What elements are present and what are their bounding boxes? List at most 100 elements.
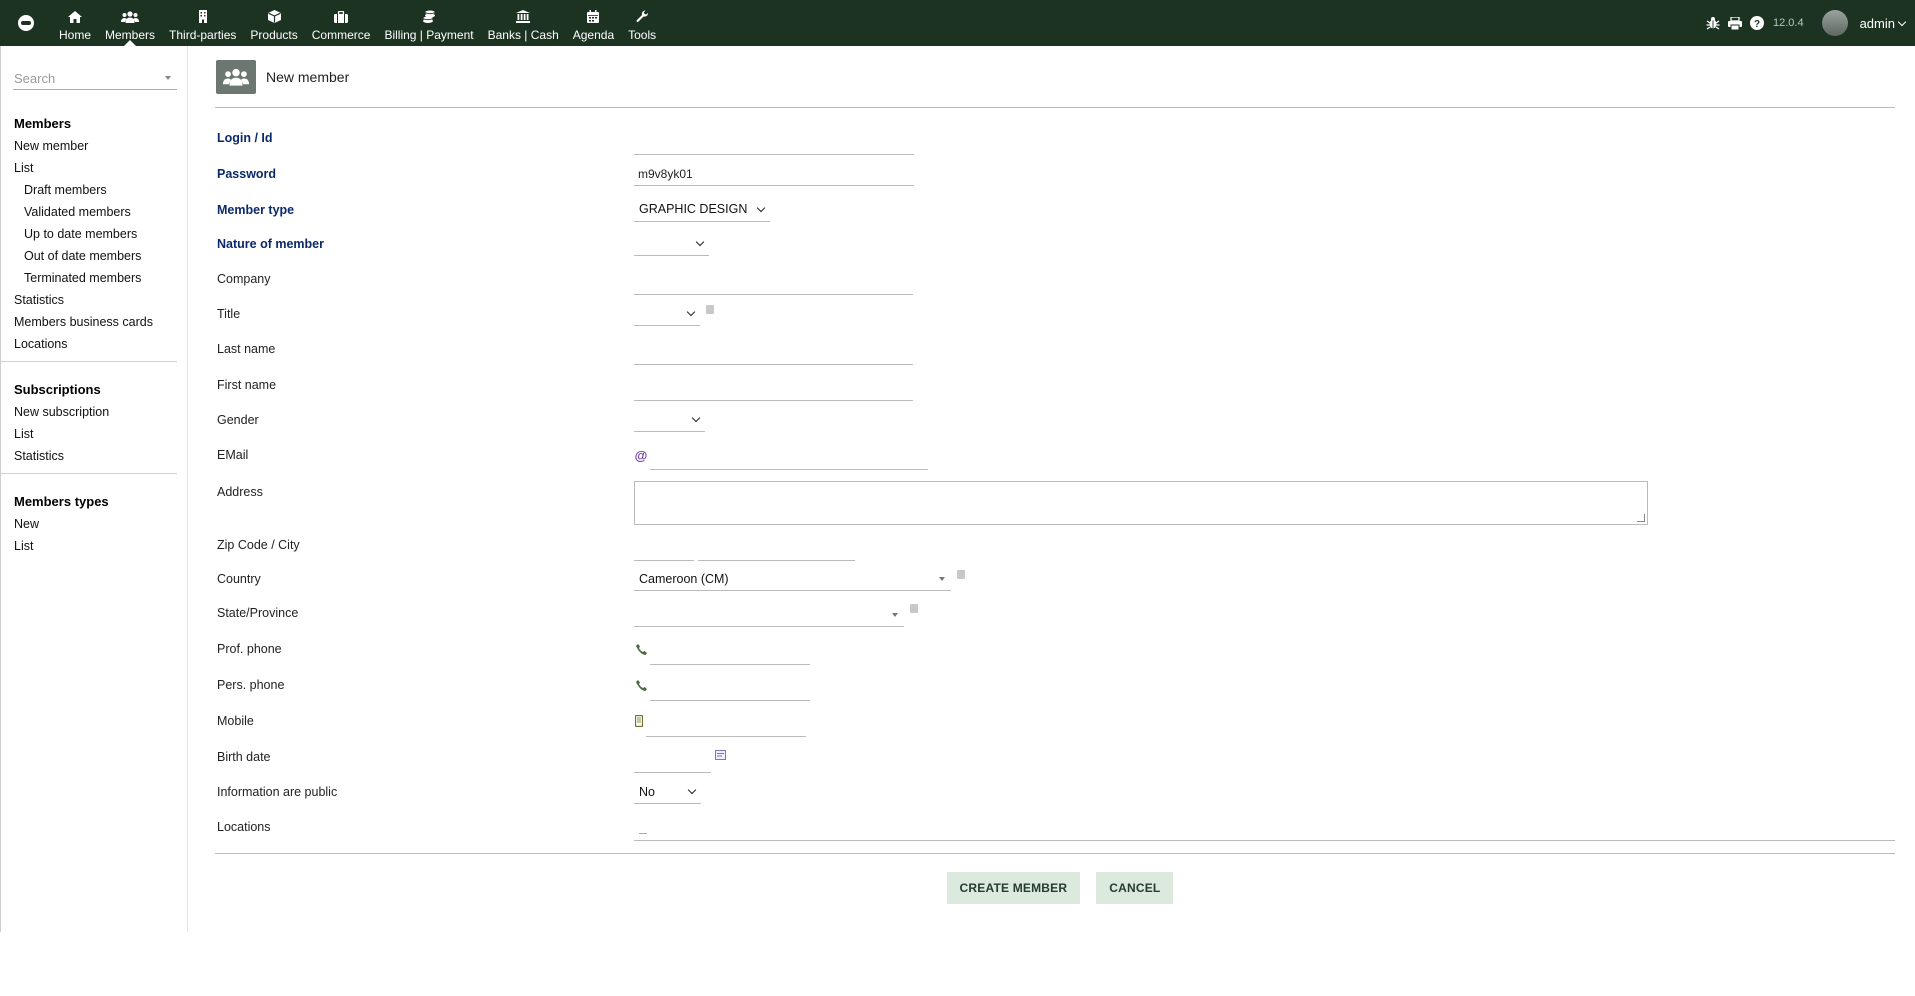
sidebar-block-types: Members types New List — [1, 480, 177, 563]
password-input[interactable] — [634, 162, 914, 186]
zip-input[interactable] — [634, 537, 694, 561]
birth-date-label: Birth date — [217, 750, 271, 764]
mobile-icon — [634, 715, 644, 727]
user-menu[interactable]: admin — [1860, 16, 1907, 31]
firstname-label: First name — [217, 378, 277, 392]
pers-phone-input[interactable] — [650, 677, 810, 701]
nature-label: Nature of member — [217, 237, 324, 251]
login-input[interactable] — [634, 131, 914, 155]
phone-icon — [634, 679, 648, 691]
wrench-icon — [636, 8, 649, 26]
public-select[interactable]: No — [634, 780, 701, 804]
sidebar-item-list[interactable]: List — [14, 157, 177, 179]
zip-city-label: Zip Code / City — [217, 538, 300, 552]
row-nature: Nature of member — [215, 227, 1895, 261]
menu-tools[interactable]: Tools — [621, 0, 663, 46]
create-member-button[interactable]: CREATE MEMBER — [946, 872, 1081, 904]
country-select[interactable]: Cameroon (CM) — [634, 567, 951, 591]
search-select[interactable]: Search — [13, 68, 177, 90]
sidebar-title-types[interactable]: Members types — [14, 488, 177, 513]
row-company: Company — [215, 261, 1895, 297]
page-title: New member — [266, 68, 350, 85]
menu-agenda[interactable]: Agenda — [566, 0, 621, 46]
sidebar-item-validated[interactable]: Validated members — [14, 201, 177, 223]
menu-commerce[interactable]: Commerce — [305, 0, 378, 46]
chevron-down-icon — [756, 203, 766, 212]
sidebar-item-new-member[interactable]: New member — [14, 135, 177, 157]
prof-phone-input[interactable] — [650, 641, 810, 665]
bug-icon[interactable] — [1705, 15, 1721, 31]
member-type-label: Member type — [217, 202, 295, 217]
title-select[interactable] — [634, 302, 700, 326]
help-icon[interactable] — [706, 304, 714, 314]
lastname-input[interactable] — [634, 341, 913, 365]
row-address: Address — [215, 473, 1895, 527]
row-zip-city: Zip Code / City — [215, 527, 1895, 563]
company-label: Company — [217, 272, 271, 286]
sidebar-item-subscription-statistics[interactable]: Statistics — [14, 445, 177, 467]
member-type-value: GRAPHIC DESIGN — [639, 202, 748, 216]
state-select[interactable] — [634, 603, 904, 627]
logo-icon — [18, 15, 34, 31]
calendar-icon[interactable] — [715, 748, 726, 763]
help-icon[interactable]: ? — [1749, 15, 1765, 31]
menu-billing[interactable]: Billing | Payment — [377, 0, 480, 46]
menu-members[interactable]: Members — [98, 0, 162, 46]
address-textarea[interactable] — [634, 481, 1648, 525]
menu-third-parties[interactable]: Third-parties — [162, 0, 243, 46]
nature-select[interactable] — [634, 232, 709, 256]
gender-select[interactable] — [634, 408, 705, 432]
city-input[interactable] — [698, 537, 855, 561]
members-group-icon — [216, 59, 256, 94]
menu-products[interactable]: Products — [243, 0, 304, 46]
sidebar-item-subscription-list[interactable]: List — [14, 423, 177, 445]
row-state: State/Province — [215, 595, 1895, 631]
sidebar-item-type-list[interactable]: List — [14, 535, 177, 557]
menu-banks[interactable]: Banks | Cash — [481, 0, 566, 46]
country-label: Country — [217, 572, 261, 586]
state-label: State/Province — [217, 606, 299, 620]
address-label: Address — [217, 485, 263, 499]
search-placeholder: Search — [14, 71, 56, 86]
sidebar-item-out-of-date[interactable]: Out of date members — [14, 245, 177, 267]
title-label: Title — [217, 307, 241, 321]
sidebar-item-locations[interactable]: Locations — [14, 333, 177, 355]
main-menu: Home Members Third-parties Products Comm… — [52, 0, 663, 46]
row-gender: Gender — [215, 403, 1895, 437]
version-label: 12.0.4 — [1772, 17, 1804, 29]
email-input[interactable] — [650, 446, 928, 470]
sidebar-item-statistics[interactable]: Statistics — [14, 289, 177, 311]
cancel-button[interactable]: CANCEL — [1096, 872, 1174, 904]
row-login: Login / Id — [215, 120, 1895, 156]
row-public: Information are public No — [215, 775, 1895, 809]
topbar-right: ? 12.0.4 admin — [1705, 0, 1915, 46]
company-input[interactable] — [634, 271, 913, 295]
menu-home[interactable]: Home — [52, 0, 98, 46]
firstname-input[interactable] — [634, 377, 913, 401]
print-icon[interactable] — [1727, 15, 1743, 31]
app-logo[interactable] — [0, 0, 52, 46]
locations-multiselect[interactable] — [634, 821, 1895, 841]
row-lastname: Last name — [215, 331, 1895, 367]
birth-date-input[interactable] — [634, 749, 711, 773]
row-prof-phone: Prof. phone — [215, 631, 1895, 667]
member-type-select[interactable]: GRAPHIC DESIGN — [634, 198, 770, 222]
sidebar-title-subscriptions[interactable]: Subscriptions — [14, 376, 177, 401]
sidebar-item-business-cards[interactable]: Members business cards — [14, 311, 177, 333]
sidebar-item-terminated[interactable]: Terminated members — [14, 267, 177, 289]
avatar[interactable] — [1821, 10, 1848, 36]
sidebar-item-draft[interactable]: Draft members — [14, 179, 177, 201]
sidebar-title-members[interactable]: Members — [14, 110, 177, 135]
sidebar-item-new-subscription[interactable]: New subscription — [14, 401, 177, 423]
password-label: Password — [217, 167, 277, 181]
form-divider — [215, 853, 1895, 854]
sidebar-item-up-to-date[interactable]: Up to date members — [14, 223, 177, 245]
sidebar-item-new-type[interactable]: New — [14, 513, 177, 535]
row-pers-phone: Pers. phone — [215, 667, 1895, 703]
bank-icon — [516, 8, 531, 26]
coins-icon — [422, 8, 436, 26]
help-icon[interactable] — [910, 603, 918, 613]
top-navbar: Home Members Third-parties Products Comm… — [0, 0, 1915, 46]
mobile-input[interactable] — [646, 713, 806, 737]
help-icon[interactable] — [957, 569, 965, 579]
